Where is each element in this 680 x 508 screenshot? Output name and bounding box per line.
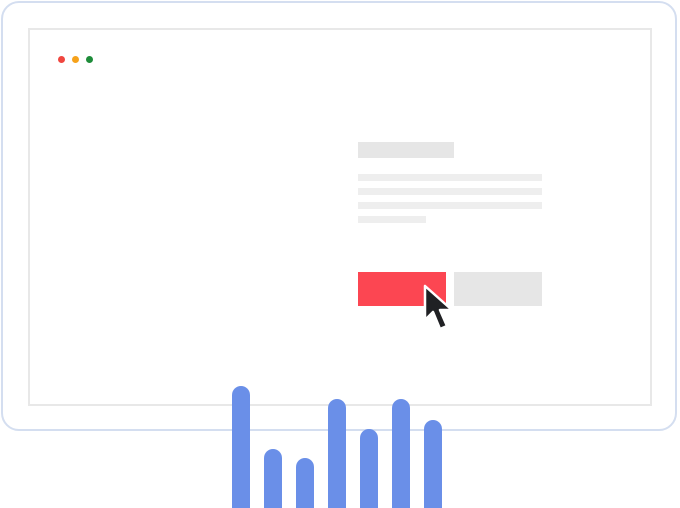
placeholder-heading: [358, 142, 454, 158]
cursor-shape: [423, 284, 454, 331]
placeholder-text-line: [358, 216, 426, 223]
mouse-pointer-icon: [423, 284, 454, 331]
chart-bar: [296, 458, 314, 508]
secondary-button[interactable]: [454, 272, 542, 306]
placeholder-text-line: [358, 202, 542, 209]
browser-window: [28, 28, 652, 406]
chart-bar: [264, 449, 282, 508]
chart-bar: [424, 420, 442, 508]
chart-bar: [360, 429, 378, 508]
placeholder-text-line: [358, 188, 542, 195]
placeholder-text-line: [358, 174, 542, 181]
window-close-dot[interactable]: [58, 56, 65, 63]
window-maximize-dot[interactable]: [86, 56, 93, 63]
window-minimize-dot[interactable]: [72, 56, 79, 63]
